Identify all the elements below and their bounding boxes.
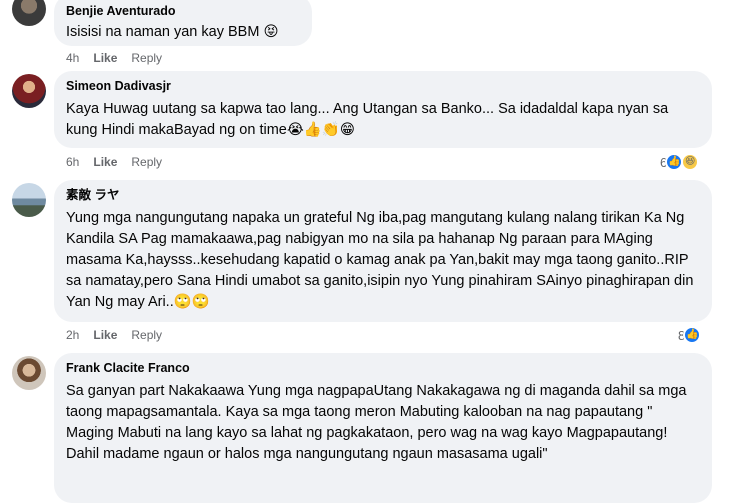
reaction-summary[interactable]: 8 👍 <box>678 326 702 344</box>
comment-bubble: Benjie Aventurado Isisisi na naman yan k… <box>54 0 312 46</box>
comment-time[interactable]: 2h <box>66 328 79 342</box>
comment-actions: 4h Like Reply <box>66 51 176 65</box>
avatar[interactable] <box>12 356 46 390</box>
comment-text: Yung mga nangungutang napaka un grateful… <box>66 210 694 310</box>
comment-actions: 6h Like Reply <box>66 155 176 169</box>
reply-button[interactable]: Reply <box>131 155 162 169</box>
comment-text: Sa ganyan part Nakakaawa Yung mga nagpap… <box>66 383 687 462</box>
avatar[interactable] <box>12 0 46 26</box>
comment-text: Isisisi na naman yan kay BBM 😝 <box>66 24 279 40</box>
comment-author[interactable]: 素敵 ラヤ <box>66 187 700 203</box>
comment-time[interactable]: 6h <box>66 155 79 169</box>
reaction-summary[interactable]: 6 👍 😆 <box>660 153 700 171</box>
like-reaction-icon: 👍 <box>683 326 702 344</box>
comment-bubble: Frank Clacite Franco Sa ganyan part Naka… <box>54 353 712 503</box>
comment-time[interactable]: 4h <box>66 51 79 65</box>
comment-author[interactable]: Simeon Dadivasjr <box>66 78 700 94</box>
comment-author[interactable]: Benjie Aventurado <box>66 3 300 19</box>
avatar[interactable] <box>12 74 46 108</box>
reply-button[interactable]: Reply <box>131 328 162 342</box>
avatar[interactable] <box>12 183 46 217</box>
like-button[interactable]: Like <box>93 51 117 65</box>
like-button[interactable]: Like <box>93 328 117 342</box>
comment-text: Kaya Huwag uutang sa kapwa tao lang... A… <box>66 101 669 138</box>
haha-reaction-icon: 😆 <box>681 153 700 171</box>
comment-author[interactable]: Frank Clacite Franco <box>66 360 700 376</box>
like-button[interactable]: Like <box>93 155 117 169</box>
comment-actions: 2h Like Reply <box>66 328 176 342</box>
reply-button[interactable]: Reply <box>131 51 162 65</box>
comment-bubble: Simeon Dadivasjr Kaya Huwag uutang sa ka… <box>54 71 712 148</box>
comment-bubble: 素敵 ラヤ Yung mga nangungutang napaka un gr… <box>54 180 712 322</box>
